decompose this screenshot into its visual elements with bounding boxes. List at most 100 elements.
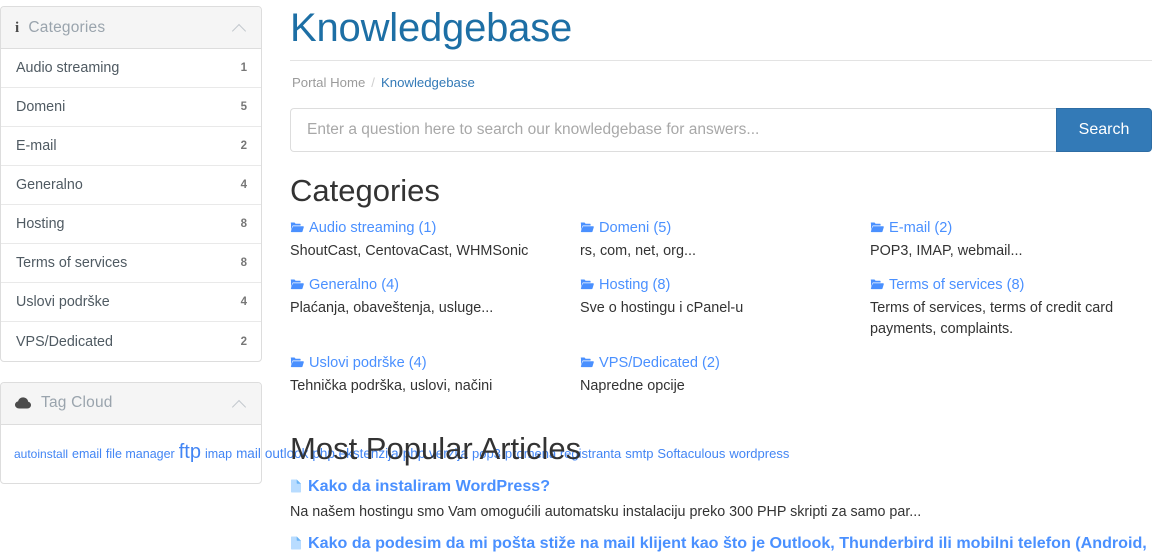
- category-description: Napredne opcije: [580, 378, 685, 395]
- sidebar-category-list: Audio streaming 1 Domeni 5 E-mail 2 Gene…: [1, 49, 261, 361]
- category-card: Hosting (8) Sve o hostingu i cPanel-u: [580, 275, 870, 353]
- sidebar-item-label: Hosting: [16, 216, 65, 232]
- tag-file-manager[interactable]: file manager: [106, 447, 175, 461]
- file-icon: [290, 536, 302, 554]
- breadcrumb: Portal Home / Knowledgebase: [290, 61, 1152, 90]
- sidebar-item-generalno[interactable]: Generalno 4: [1, 166, 261, 205]
- categories-section-title: Categories: [290, 173, 440, 208]
- sidebar-item-label: Audio streaming: [16, 60, 120, 76]
- category-link-vps-dedicated[interactable]: VPS/Dedicated (2): [580, 353, 862, 375]
- article-link-wordpress[interactable]: Kako da instaliram WordPress?: [290, 476, 1152, 499]
- article-link-mail-client[interactable]: Kako da podesim da mi pošta stiže na mai…: [290, 533, 1152, 559]
- breadcrumb-current: Knowledgebase: [380, 75, 475, 90]
- sidebar-item-uslovi-podrske[interactable]: Uslovi podrške 4: [1, 283, 261, 322]
- category-description: ShoutCast, CentovaCast, WHMSonic: [290, 243, 529, 260]
- article-excerpt: Na našem hostingu smo Vam omogućili auto…: [290, 504, 922, 521]
- file-icon: [290, 479, 302, 497]
- category-card: Audio streaming (1) ShoutCast, CentovaCa…: [290, 218, 580, 275]
- tag-ftp[interactable]: ftp: [179, 441, 201, 463]
- sidebar-item-count: 1: [240, 62, 247, 74]
- category-card-empty: [870, 353, 1152, 410]
- tag-cloud-list: autoinstall email file manager ftp imap mail o…: [1, 425, 789, 483]
- tag-autoinstall[interactable]: autoinstall: [14, 447, 68, 461]
- sidebar-tagcloud-title-text: Tag Cloud: [41, 393, 113, 411]
- sidebar-item-e-mail[interactable]: E-mail 2: [1, 127, 261, 166]
- sidebar-item-domeni[interactable]: Domeni 5: [1, 88, 261, 127]
- sidebar-item-label: Domeni: [16, 99, 66, 115]
- page-title-wrap: Knowledgebase: [290, 8, 1152, 61]
- article-item: Kako da podesim da mi pošta stiže na mai…: [290, 533, 1152, 559]
- search-button[interactable]: Search: [1056, 108, 1152, 152]
- category-description: rs, com, net, org...: [580, 243, 696, 260]
- sidebar-item-audio-streaming[interactable]: Audio streaming 1: [1, 49, 261, 88]
- tag-imap[interactable]: imap: [205, 447, 232, 461]
- category-link-domeni[interactable]: Domeni (5): [580, 218, 862, 240]
- sidebar-tagcloud-title: Tag Cloud: [15, 394, 233, 414]
- category-link-terms-of-services[interactable]: Terms of services (8): [870, 275, 1144, 297]
- category-link-hosting[interactable]: Hosting (8): [580, 275, 862, 297]
- info-icon: i: [15, 19, 20, 36]
- tag-email[interactable]: email: [72, 447, 102, 461]
- category-link-label: Generalno (4): [309, 277, 400, 294]
- folder-open-icon: [290, 221, 304, 237]
- category-card: Terms of services (8) Terms of services,…: [870, 275, 1152, 353]
- sidebar-tagcloud-header[interactable]: Tag Cloud: [1, 383, 261, 425]
- category-link-label: VPS/Dedicated (2): [599, 355, 720, 372]
- sidebar-item-label: VPS/Dedicated: [16, 333, 113, 350]
- category-link-label: Uslovi podrške (4): [309, 355, 427, 372]
- category-card: VPS/Dedicated (2) Napredne opcije: [580, 353, 870, 410]
- category-description: Plaćanja, obaveštenja, usluge...: [290, 300, 494, 317]
- sidebar-item-count: 4: [240, 179, 247, 191]
- folder-open-icon: [290, 356, 304, 372]
- category-link-generalno[interactable]: Generalno (4): [290, 275, 572, 297]
- knowledgebase-search-form: Search: [290, 108, 1152, 152]
- category-link-uslovi-podrske[interactable]: Uslovi podrške (4): [290, 353, 572, 375]
- folder-open-icon: [580, 221, 594, 237]
- category-link-label: Audio streaming (1): [309, 220, 437, 237]
- knowledgebase-page: i Categories Audio streaming 1 Domeni 5 E…: [0, 0, 1152, 559]
- main-content: Knowledgebase Portal Home / Knowledgebase …: [290, 0, 1152, 559]
- sidebar-item-vps-dedicated[interactable]: VPS/Dedicated 2: [1, 322, 261, 361]
- sidebar-item-count: 8: [240, 218, 247, 230]
- sidebar-categories-header[interactable]: i Categories: [1, 7, 261, 49]
- folder-open-icon: [870, 221, 884, 237]
- category-card: E-mail (2) POP3, IMAP, webmail...: [870, 218, 1152, 275]
- sidebar-item-terms-of-services[interactable]: Terms of services 8: [1, 244, 261, 283]
- sidebar-item-count: 4: [240, 296, 247, 308]
- folder-open-icon: [580, 356, 594, 372]
- sidebar-item-label: Uslovi podrške: [16, 294, 110, 310]
- sidebar-categories-title-text: Categories: [28, 18, 106, 36]
- article-item: Kako da instaliram WordPress? Na našem h…: [290, 476, 1152, 522]
- folder-open-icon: [290, 278, 304, 294]
- page-title: Knowledgebase: [290, 6, 573, 50]
- sidebar-item-label: Terms of services: [16, 255, 128, 271]
- folder-open-icon: [580, 278, 594, 294]
- category-card: Uslovi podrške (4) Tehnička podrška, usl…: [290, 353, 580, 410]
- sidebar-item-label: Generalno: [16, 177, 83, 193]
- category-link-audio-streaming[interactable]: Audio streaming (1): [290, 218, 572, 240]
- sidebar-item-count: 2: [240, 140, 247, 152]
- category-card: Generalno (4) Plaćanja, obaveštenja, usl…: [290, 275, 580, 353]
- sidebar: i Categories Audio streaming 1 Domeni 5 E…: [0, 6, 789, 504]
- chevron-up-icon[interactable]: [233, 23, 247, 32]
- category-link-label: Terms of services (8): [889, 277, 1025, 294]
- articles-section-title: Most Popular Articles: [290, 431, 582, 467]
- breadcrumb-portal-home[interactable]: Portal Home: [292, 75, 365, 90]
- search-input[interactable]: [290, 108, 1056, 152]
- category-link-e-mail[interactable]: E-mail (2): [870, 218, 1144, 240]
- sidebar-item-hosting[interactable]: Hosting 8: [1, 205, 261, 244]
- most-popular-articles-list: Kako da instaliram WordPress? Na našem h…: [290, 476, 1152, 559]
- sidebar-item-count: 8: [240, 257, 247, 269]
- sidebar-item-count: 5: [240, 101, 247, 113]
- sidebar-item-label: E-mail: [16, 138, 57, 154]
- article-link-label: Kako da instaliram WordPress?: [308, 477, 551, 496]
- category-card: Domeni (5) rs, com, net, org...: [580, 218, 870, 275]
- folder-open-icon: [870, 278, 884, 294]
- category-link-label: E-mail (2): [889, 220, 953, 237]
- category-description: Sve o hostingu i cPanel-u: [580, 300, 744, 317]
- breadcrumb-separator: /: [371, 75, 375, 90]
- chevron-up-icon[interactable]: [233, 399, 247, 408]
- category-description: Terms of services, terms of credit card …: [870, 300, 1114, 338]
- category-link-label: Hosting (8): [599, 277, 671, 294]
- tag-mail[interactable]: mail: [236, 446, 261, 461]
